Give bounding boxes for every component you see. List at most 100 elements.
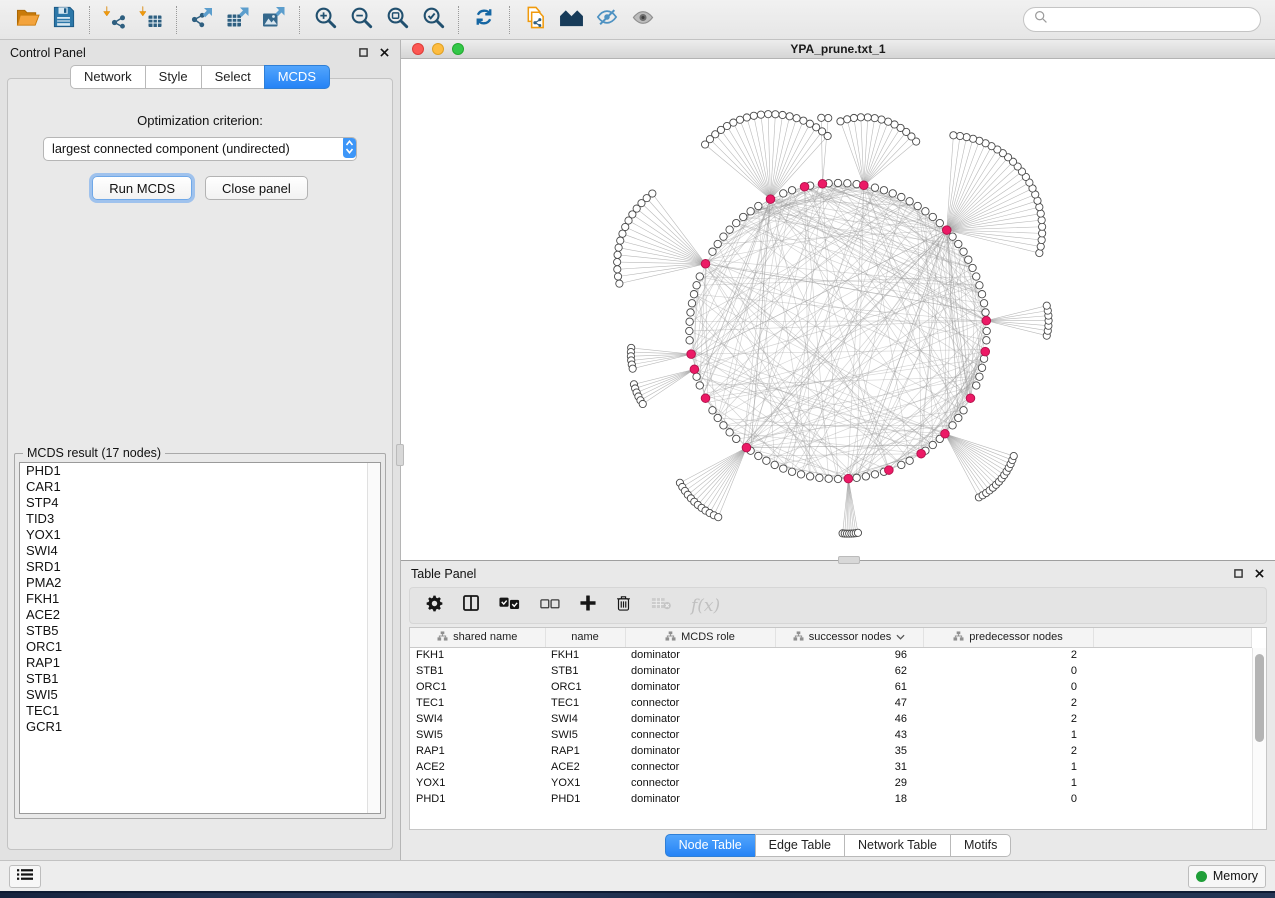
tab-mcds[interactable]: MCDS (264, 65, 330, 89)
graph-leaf-node[interactable] (1010, 452, 1017, 459)
mcds-result-item[interactable]: SRD1 (20, 559, 380, 575)
mcds-result-item[interactable]: TEC1 (20, 703, 380, 719)
graph-leaf-node[interactable] (850, 114, 857, 121)
graph-node[interactable] (714, 414, 721, 421)
graph-leaf-node[interactable] (963, 134, 970, 141)
zoom-fit-button[interactable] (379, 4, 415, 36)
mcds-result-item[interactable]: TID3 (20, 511, 380, 527)
graph-node[interactable] (696, 382, 703, 389)
graph-leaf-node[interactable] (614, 251, 621, 258)
graph-node[interactable] (688, 300, 695, 307)
graph-node[interactable] (844, 180, 851, 187)
graph-node[interactable] (853, 474, 860, 481)
graph-leaf-node[interactable] (617, 237, 624, 244)
graph-leaf-node[interactable] (614, 258, 621, 265)
graph-node[interactable] (720, 233, 727, 240)
run-mcds-button[interactable]: Run MCDS (92, 176, 192, 200)
graph-node[interactable] (755, 202, 762, 209)
mcds-result-item[interactable]: GCR1 (20, 719, 380, 735)
graph-node[interactable] (714, 240, 721, 247)
graph-leaf-node[interactable] (779, 111, 786, 118)
graph-leaf-node[interactable] (616, 280, 623, 287)
mcds-result-item[interactable]: STB5 (20, 623, 380, 639)
graph-node[interactable] (726, 226, 733, 233)
mcds-list-scrollbar[interactable] (367, 463, 380, 813)
graph-leaf-node[interactable] (800, 117, 807, 124)
graph-node[interactable] (982, 309, 989, 316)
graph-node[interactable] (825, 475, 832, 482)
graph-leaf-node[interactable] (837, 118, 844, 125)
column-header-MCDS-role[interactable]: MCDS role (625, 628, 775, 647)
graph-node[interactable] (973, 273, 980, 280)
memory-button[interactable]: Memory (1188, 865, 1266, 888)
table-row[interactable]: ORC1ORC1dominator610 (410, 679, 1252, 695)
graph-node[interactable] (733, 435, 740, 442)
graph-node[interactable] (709, 248, 716, 255)
clear-selection-button[interactable] (540, 597, 560, 615)
graph-leaf-node[interactable] (619, 230, 626, 237)
graph-leaf-node[interactable] (825, 114, 832, 121)
mcds-dominator-node[interactable] (818, 180, 827, 189)
horizontal-splitter-grip[interactable] (838, 556, 860, 564)
table-scrollbar-thumb[interactable] (1255, 654, 1264, 742)
tab-select[interactable]: Select (201, 65, 264, 89)
graph-leaf-node[interactable] (818, 114, 825, 121)
graph-node[interactable] (788, 468, 795, 475)
mcds-result-item[interactable]: ACE2 (20, 607, 380, 623)
graph-node[interactable] (771, 461, 778, 468)
mcds-result-item[interactable]: FKH1 (20, 591, 380, 607)
graph-node[interactable] (976, 282, 983, 289)
graph-node[interactable] (898, 461, 905, 468)
table-scrollbar[interactable] (1252, 648, 1266, 829)
mcds-dominator-node[interactable] (701, 394, 710, 403)
table-row[interactable]: PHD1PHD1dominator180 (410, 791, 1252, 807)
graph-node[interactable] (880, 187, 887, 194)
graph-leaf-node[interactable] (1037, 243, 1044, 250)
save-session-button[interactable] (46, 4, 82, 36)
first-neighbors-button[interactable] (553, 4, 589, 36)
tab-network[interactable]: Network (70, 65, 145, 89)
graph-leaf-node[interactable] (864, 114, 871, 121)
mcds-result-item[interactable]: PHD1 (20, 463, 380, 479)
column-header-name[interactable]: name (545, 628, 625, 647)
graph-node[interactable] (906, 198, 913, 205)
graph-node[interactable] (696, 273, 703, 280)
mcds-dominator-node[interactable] (766, 195, 775, 204)
graph-node[interactable] (780, 190, 787, 197)
window-zoom-light[interactable] (452, 43, 464, 55)
graph-node[interactable] (929, 441, 936, 448)
graph-leaf-node[interactable] (857, 114, 864, 121)
graph-node[interactable] (686, 318, 693, 325)
graph-leaf-node[interactable] (950, 132, 957, 139)
graph-leaf-node[interactable] (614, 273, 621, 280)
search-box[interactable] (1023, 7, 1261, 32)
graph-node[interactable] (929, 213, 936, 220)
graph-leaf-node[interactable] (614, 266, 621, 273)
graph-leaf-node[interactable] (1038, 236, 1045, 243)
graph-leaf-node[interactable] (793, 115, 800, 122)
close-table-panel-icon[interactable] (1253, 568, 1265, 580)
graph-node[interactable] (733, 219, 740, 226)
graph-node[interactable] (686, 337, 693, 344)
import-table-button[interactable] (133, 4, 169, 36)
tab-node-table[interactable]: Node Table (665, 834, 755, 857)
graph-leaf-node[interactable] (854, 529, 861, 536)
table-row[interactable]: ACE2ACE2connector311 (410, 759, 1252, 775)
window-minimize-light[interactable] (432, 43, 444, 55)
settings-gear-button[interactable] (426, 595, 443, 617)
export-network-button[interactable] (184, 4, 220, 36)
graph-node[interactable] (980, 300, 987, 307)
split-panel-button[interactable] (463, 595, 479, 616)
mcds-result-item[interactable]: CAR1 (20, 479, 380, 495)
tab-motifs[interactable]: Motifs (950, 834, 1011, 857)
table-row[interactable]: RAP1RAP1dominator352 (410, 743, 1252, 759)
graph-node[interactable] (983, 327, 990, 334)
hide-selected-button[interactable] (589, 4, 625, 36)
graph-node[interactable] (806, 473, 813, 480)
add-column-button[interactable] (580, 595, 596, 616)
graph-node[interactable] (976, 373, 983, 380)
mcds-dominator-node[interactable] (701, 260, 710, 269)
graph-node[interactable] (693, 373, 700, 380)
graph-leaf-node[interactable] (1038, 217, 1045, 224)
graph-leaf-node[interactable] (757, 111, 764, 118)
